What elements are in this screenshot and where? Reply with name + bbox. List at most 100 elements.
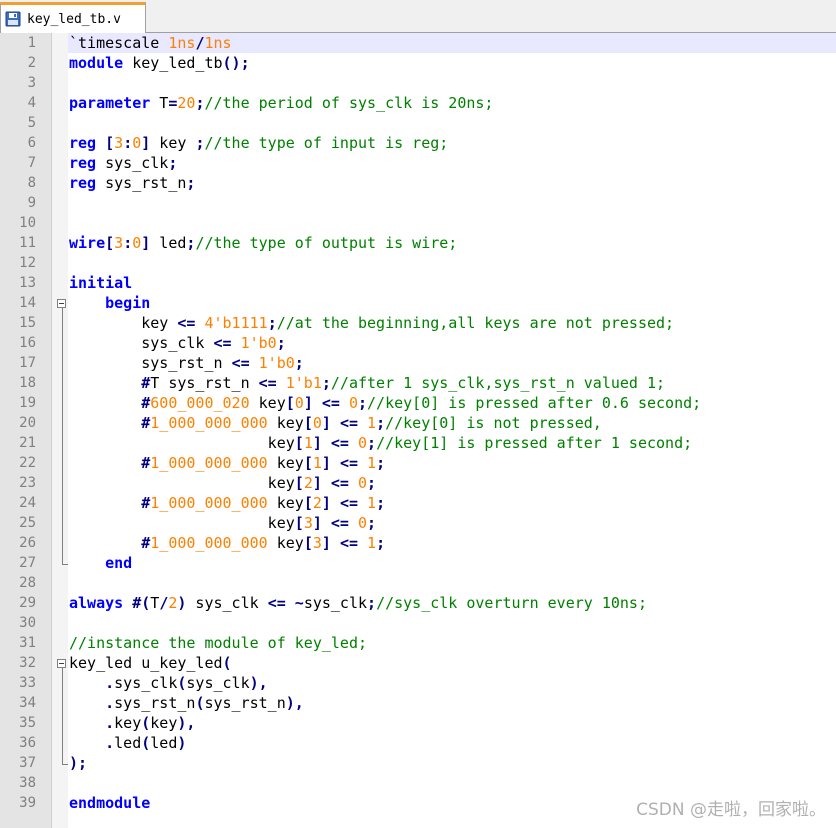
code-text[interactable]: sys_clk <= 1'b0; [68,333,836,353]
code-line[interactable]: 25 key[3] <= 0; [0,513,836,533]
code-line[interactable]: 38 [0,773,836,793]
code-token: //the type of output is wire; [195,234,458,252]
code-line[interactable]: 24 #1_000_000_000 key[2] <= 1; [0,493,836,513]
code-line[interactable]: 26 #1_000_000_000 key[3] <= 1; [0,533,836,553]
code-text[interactable]: reg [3:0] key ;//the type of input is re… [68,133,836,153]
code-line[interactable]: 37); [0,753,836,773]
code-line[interactable]: 10 [0,213,836,233]
line-number: 22 [19,455,36,471]
code-token: key [267,454,304,472]
line-number: 10 [19,215,36,231]
code-line[interactable]: 1 `timescale 1ns/1ns [0,33,836,53]
code-text[interactable] [68,113,836,133]
line-number: 27 [19,555,36,571]
line-number: 12 [19,255,36,271]
code-line[interactable]: 31 //instance the module of key_led; [0,633,836,653]
code-token: //at the beginning,all keys are not pres… [276,314,675,332]
code-line[interactable]: 34 .sys_rst_n(sys_rst_n), [0,693,836,713]
code-text[interactable]: key[1] <= 0;//key[1] is pressed after 1 … [68,433,836,453]
code-text[interactable] [68,773,836,793]
code-line[interactable]: 27 end [0,553,836,573]
code-text[interactable]: #1_000_000_000 key[1] <= 1; [68,453,836,473]
code-text[interactable]: `timescale 1ns/1ns [68,33,836,53]
code-token: . [105,674,115,692]
watermark: CSDN @走啦，回家啦。 [636,800,826,820]
line-number: 35 [19,715,36,731]
code-line[interactable]: 4 parameter T=20;//the period of sys_clk … [0,93,836,113]
line-number: 19 [19,395,36,411]
code-text[interactable] [68,573,836,593]
code-token: key [249,394,286,412]
line-number: 7 [27,155,36,171]
code-text[interactable]: reg sys_rst_n; [68,173,836,193]
code-text[interactable] [68,73,836,93]
code-line[interactable]: 9 [0,193,836,213]
code-text[interactable]: initial [68,273,836,293]
code-editor[interactable]: 1 `timescale 1ns/1ns 2 module key_led_tb();… [0,33,836,828]
code-line[interactable]: 32 key_led u_key_led( [0,653,836,673]
tab-key-led-tb[interactable]: key_led_tb.v [0,2,146,33]
code-line[interactable]: 3 [0,73,836,93]
code-text[interactable]: #1_000_000_000 key[2] <= 1; [68,493,836,513]
code-line[interactable]: 22 #1_000_000_000 key[1] <= 1; [0,453,836,473]
code-text[interactable]: .led(led) [68,733,836,753]
code-line[interactable]: 18 #T sys_rst_n <= 1'b1;//after 1 sys_cl… [0,373,836,393]
code-line[interactable]: 15 key <= 4'b1111;//at the beginning,all… [0,313,836,333]
code-line[interactable]: 21 key[1] <= 0;//key[1] is pressed after… [0,433,836,453]
code-text[interactable] [68,613,836,633]
code-text[interactable]: ); [68,753,836,773]
line-number: 36 [19,735,36,751]
code-text[interactable]: #1_000_000_000 key[3] <= 1; [68,533,836,553]
code-text[interactable]: .sys_rst_n(sys_rst_n), [68,693,836,713]
code-line[interactable]: 30 [0,613,836,633]
code-token: [ [294,474,304,492]
code-line[interactable]: 20 #1_000_000_000 key[0] <= 1;//key[0] i… [0,413,836,433]
code-line[interactable]: 35 .key(key), [0,713,836,733]
code-line[interactable]: 2 module key_led_tb(); [0,53,836,73]
code-text[interactable]: #T sys_rst_n <= 1'b1;//after 1 sys_clk,s… [68,373,836,393]
code-token: ] [312,474,322,492]
code-line[interactable]: 17 sys_rst_n <= 1'b0; [0,353,836,373]
code-text[interactable]: end [68,553,836,573]
code-line[interactable]: 8 reg sys_rst_n; [0,173,836,193]
code-text[interactable]: key_led u_key_led( [68,653,836,673]
code-text[interactable]: reg sys_clk; [68,153,836,173]
code-text[interactable] [68,193,836,213]
code-text[interactable]: key[2] <= 0; [68,473,836,493]
code-line[interactable]: 14 begin [0,293,836,313]
code-text[interactable]: begin [68,293,836,313]
code-line[interactable]: 19 #600_000_020 key[0] <= 0;//key[0] is … [0,393,836,413]
code-line[interactable]: 33 .sys_clk(sys_clk), [0,673,836,693]
code-text[interactable] [68,253,836,273]
code-text[interactable]: sys_rst_n <= 1'b0; [68,353,836,373]
code-line[interactable]: 12 [0,253,836,273]
code-line[interactable]: 29 always #(T/2) sys_clk <= ~sys_clk;//sy… [0,593,836,613]
code-text[interactable]: //instance the module of key_led; [68,633,836,653]
code-token: sys_rst_n [96,174,187,192]
code-line[interactable]: 6 reg [3:0] key ;//the type of input is r… [0,133,836,153]
code-text[interactable]: .key(key), [68,713,836,733]
code-line[interactable]: 23 key[2] <= 0; [0,473,836,493]
code-line[interactable]: 36 .led(led) [0,733,836,753]
code-text[interactable]: module key_led_tb(); [68,53,836,73]
code-text[interactable]: always #(T/2) sys_clk <= ~sys_clk;//sys_… [68,593,836,613]
code-text[interactable]: key <= 4'b1111;//at the beginning,all ke… [68,313,836,333]
code-text[interactable] [68,213,836,233]
code-token: //key[0] is pressed after 0.6 second; [367,394,702,412]
code-text[interactable]: key[3] <= 0; [68,513,836,533]
code-text[interactable]: parameter T=20;//the period of sys_clk i… [68,93,836,113]
code-text[interactable]: #600_000_020 key[0] <= 0;//key[0] is pre… [68,393,836,413]
code-line[interactable]: 28 [0,573,836,593]
code-line[interactable]: 16 sys_clk <= 1'b0; [0,333,836,353]
line-number: 29 [19,595,36,611]
code-line[interactable]: 11 wire[3:0] led;//the type of output is … [0,233,836,253]
code-text[interactable]: #1_000_000_000 key[0] <= 1;//key[0] is n… [68,413,836,433]
code-line[interactable]: 13 initial [0,273,836,293]
code-line[interactable]: 7 reg sys_clk; [0,153,836,173]
code-text[interactable]: wire[3:0] led;//the type of output is wi… [68,233,836,253]
code-line[interactable]: 5 [0,113,836,133]
code-text[interactable]: .sys_clk(sys_clk), [68,673,836,693]
